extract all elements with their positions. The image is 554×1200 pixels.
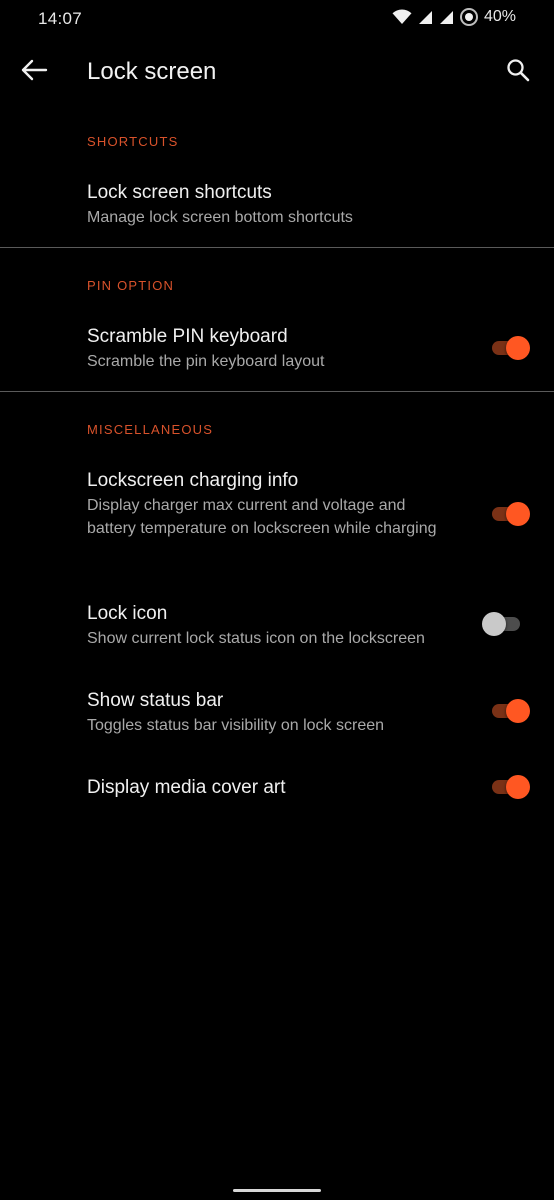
- divider: [0, 391, 554, 392]
- switch-thumb: [482, 612, 506, 636]
- pref-lockscreen-charging-info[interactable]: Lockscreen charging info Display charger…: [0, 456, 554, 576]
- wifi-icon: [392, 9, 412, 25]
- page-title: Lock screen: [87, 58, 217, 85]
- status-bar: 14:07 40%: [0, 0, 554, 38]
- section-header-shortcuts: SHORTCUTS: [87, 134, 179, 149]
- switch-thumb: [506, 699, 530, 723]
- divider: [0, 247, 554, 248]
- back-button[interactable]: [14, 52, 54, 92]
- media-cover-art-toggle[interactable]: [490, 773, 530, 801]
- app-bar: Lock screen: [0, 38, 554, 104]
- switch-thumb: [506, 336, 530, 360]
- show-status-bar-toggle[interactable]: [490, 697, 530, 725]
- status-icons: 40%: [392, 8, 516, 26]
- pref-title: Show status bar: [87, 690, 224, 711]
- scramble-pin-toggle[interactable]: [490, 334, 530, 362]
- cell-signal-icon: [439, 10, 454, 25]
- section-header-miscellaneous: MISCELLANEOUS: [87, 422, 214, 437]
- switch-thumb: [506, 502, 530, 526]
- pref-summary: Show current lock status icon on the loc…: [87, 630, 425, 647]
- pref-title: Display media cover art: [87, 777, 286, 798]
- pref-summary: Toggles status bar visibility on lock sc…: [87, 717, 385, 734]
- data-saver-icon: [459, 8, 478, 26]
- pref-title: Lockscreen charging info: [87, 470, 299, 491]
- pref-title: Scramble PIN keyboard: [87, 326, 288, 347]
- arrow-left-icon: [20, 58, 48, 87]
- pref-scramble-pin-keyboard[interactable]: Scramble PIN keyboard Scramble the pin k…: [0, 312, 554, 390]
- status-time: 14:07: [38, 9, 83, 28]
- pref-title: Lock screen shortcuts: [87, 182, 272, 203]
- pref-title: Lock icon: [87, 603, 168, 624]
- pref-summary: Display charger max current and voltage …: [87, 497, 437, 537]
- pref-lock-icon[interactable]: Lock icon Show current lock status icon …: [0, 590, 554, 664]
- lock-icon-toggle[interactable]: [482, 610, 522, 638]
- pref-summary: Scramble the pin keyboard layout: [87, 353, 325, 370]
- charging-info-toggle[interactable]: [490, 500, 530, 528]
- section-header-pin-option: PIN OPTION: [87, 278, 175, 293]
- gesture-nav-handle[interactable]: [233, 1189, 321, 1192]
- switch-thumb: [506, 775, 530, 799]
- pref-show-status-bar[interactable]: Show status bar Toggles status bar visib…: [0, 677, 554, 751]
- search-icon: [506, 58, 530, 87]
- battery-percent: 40%: [483, 8, 516, 25]
- cell-signal-icon: [418, 10, 433, 25]
- search-button[interactable]: [498, 52, 538, 92]
- pref-summary: Manage lock screen bottom shortcuts: [87, 209, 353, 226]
- pref-display-media-cover-art[interactable]: Display media cover art: [0, 764, 554, 814]
- pref-lock-screen-shortcuts[interactable]: Lock screen shortcuts Manage lock screen…: [0, 168, 554, 246]
